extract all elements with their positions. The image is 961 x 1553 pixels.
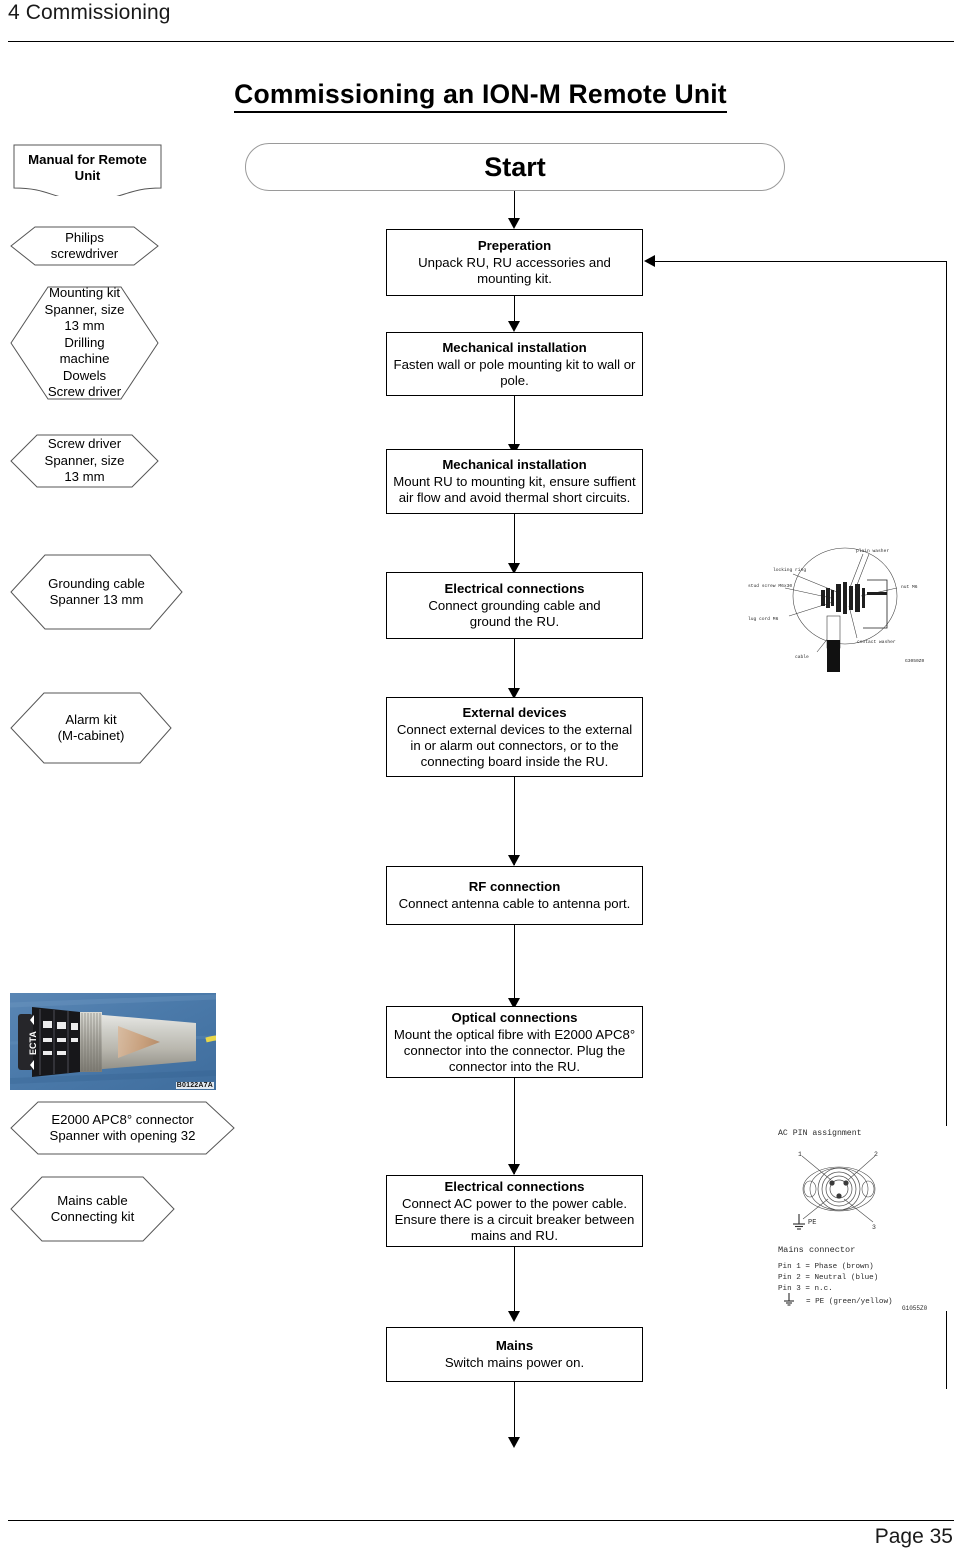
connector-step5-to-step6 <box>514 777 515 865</box>
e2000-connector-photo: ECTA B0122A7A <box>10 993 216 1090</box>
preparation-hexagon-philips: Philips screwdriver <box>10 226 159 266</box>
connector-step9-to-next-page <box>514 1382 515 1444</box>
footer-rule <box>8 1520 954 1521</box>
flow-step-preperation: Preperation Unpack RU, RU accessories an… <box>386 229 643 296</box>
flow-step-body: Switch mains power on. <box>444 1355 585 1370</box>
preparation-hexagon-alarm-kit: Alarm kit (M-cabinet) <box>10 692 172 764</box>
document-page: 4 Commissioning Commissioning an ION-M R… <box>0 0 961 1553</box>
mains-connector-heading: Mains connector <box>778 1245 855 1255</box>
preparation-hexagon-label: E2000 APC8° connector Spanner with openi… <box>49 1111 196 1144</box>
flow-step-title: External devices <box>462 704 567 720</box>
figure-ac-pin-assignment: AC PIN assignment 1 2 3 PE Mains connect… <box>776 1126 951 1312</box>
preparation-hexagon-mounting-kit: Mounting kit Spanner, size 13 mm Drillin… <box>10 285 159 400</box>
connector-step7-to-step8 <box>514 1078 515 1174</box>
arrowhead-step9 <box>507 1311 520 1322</box>
preparation-hexagon-label: Screw driver Spanner, size 13 mm <box>44 436 125 485</box>
flow-step-body: Connect AC power to the power cable. Ens… <box>394 1195 635 1243</box>
flow-step-title: Mechanical installation <box>442 339 587 355</box>
pe-label: PE <box>808 1219 816 1227</box>
flow-step-title: Mechanical installation <box>442 457 587 472</box>
flow-step-title: Electrical connections <box>444 1178 585 1194</box>
flow-step-body: Connect external devices to the external… <box>396 721 633 769</box>
connector-step6-to-step7 <box>514 925 515 1008</box>
figure-title: AC PIN assignment <box>778 1128 862 1138</box>
flow-step-rf-connection: RF connection Connect antenna cable to a… <box>386 866 643 925</box>
flow-step-body: Unpack RU, RU accessories and mounting k… <box>418 255 611 286</box>
preparation-hexagon-label: Philips screwdriver <box>50 229 119 262</box>
flow-step-title: Electrical connections <box>444 581 585 596</box>
arrowhead-step1 <box>507 218 520 229</box>
manual-document-label: Manual for Remote Unit <box>28 152 147 183</box>
photo-caption: B0122A7A <box>175 1082 214 1089</box>
grounding-detail-graphic: plain washer locking ring stud screw M6x… <box>748 547 925 672</box>
figure-label: locking ring <box>773 567 806 573</box>
arrowhead-step8 <box>507 1164 520 1175</box>
preparation-hexagon-screwdriver: Screw driver Spanner, size 13 mm <box>10 434 159 488</box>
figure-grounding-detail: plain washer locking ring stud screw M6x… <box>745 540 945 675</box>
chapter-heading: 4 Commissioning <box>8 1 171 24</box>
flow-step-title: Preperation <box>477 238 552 253</box>
figure-label: cable <box>795 654 809 660</box>
manual-document-shape: Manual for Remote Unit <box>13 144 162 196</box>
feedback-loop-horizontal <box>655 261 947 262</box>
figure-label: lug cord M6 <box>748 616 779 622</box>
page-title-text: Commissioning an ION-M Remote Unit <box>234 79 727 113</box>
flow-step-mechanical-installation-2: Mechanical installation Mount RU to moun… <box>386 449 643 514</box>
pin-line: Pin 2 = Neutral (blue) <box>778 1274 878 1282</box>
pin-number-label: 3 <box>872 1224 876 1231</box>
preparation-hexagon-e2000: E2000 APC8° connector Spanner with openi… <box>10 1101 235 1155</box>
pin-line: = PE (green/yellow) <box>806 1298 893 1306</box>
arrowhead-step2 <box>507 321 520 332</box>
flow-step-body: Connect grounding cable and ground the R… <box>428 598 601 629</box>
flow-step-title: RF connection <box>468 879 561 894</box>
flow-start-terminal: Start <box>245 143 785 191</box>
connector-photo-graphic: ECTA <box>10 993 216 1090</box>
preparation-hexagon-mains-cable: Mains cable Connecting kit <box>10 1176 175 1242</box>
arrowhead-feedback-into-step1 <box>644 254 655 267</box>
flow-step-body: Mount RU to mounting kit, ensure suffien… <box>393 474 636 505</box>
flow-step-mains: Mains Switch mains power on. <box>386 1327 643 1382</box>
figure-label: stud screw M6x30 <box>748 583 792 589</box>
preparation-hexagon-label: Mains cable Connecting kit <box>50 1192 135 1225</box>
figure-label: plain washer <box>856 548 889 554</box>
earth-symbol-icon <box>793 1214 805 1230</box>
pin-line: Pin 1 = Phase (brown) <box>778 1263 874 1271</box>
figure-label: nut M6 <box>901 584 918 590</box>
connector-step8-to-step9 <box>514 1247 515 1319</box>
flow-step-electrical-grounding: Electrical connections Connect grounding… <box>386 572 643 639</box>
flow-step-optical-connections: Optical connections Mount the optical fi… <box>386 1006 643 1078</box>
flow-start-label: Start <box>484 151 546 182</box>
page-number: Page 35 <box>874 1525 953 1548</box>
header-rule <box>8 41 954 42</box>
arrowhead-step6 <box>507 855 520 866</box>
flow-step-body: Connect antenna cable to antenna port. <box>398 896 631 911</box>
page-title: Commissioning an ION-M Remote Unit <box>0 79 961 113</box>
preparation-hexagon-label: Grounding cable Spanner 13 mm <box>48 575 145 608</box>
earth-symbol-icon <box>784 1293 794 1306</box>
figure-caption: G3050Z0 <box>905 658 925 664</box>
preparation-hexagon-grounding: Grounding cable Spanner 13 mm <box>10 554 183 630</box>
preparation-hexagon-label: Alarm kit (M-cabinet) <box>57 711 125 744</box>
arrowhead-continue <box>507 1437 520 1448</box>
preparation-hexagon-label: Mounting kit Spanner, size 13 mm Drillin… <box>44 285 125 400</box>
connector-marking-text: ECTA <box>28 1031 38 1055</box>
flow-step-body: Fasten wall or pole mounting kit to wall… <box>393 356 636 388</box>
flow-step-title: Optical connections <box>451 1009 578 1025</box>
pin-number-label: 2 <box>874 1151 878 1158</box>
pin-line: Pin 3 = n.c. <box>778 1285 833 1293</box>
flow-step-body: Mount the optical fibre with E2000 APC8°… <box>393 1026 636 1074</box>
flow-step-mechanical-installation-1: Mechanical installation Fasten wall or p… <box>386 332 643 396</box>
flow-step-external-devices: External devices Connect external device… <box>386 697 643 777</box>
figure-label: contact washer <box>857 639 896 645</box>
figure-caption: G1055Z0 <box>902 1305 928 1311</box>
pin-number-label: 1 <box>798 1151 802 1158</box>
ac-pin-assignment-graphic: AC PIN assignment 1 2 3 PE Mains connect… <box>778 1128 928 1312</box>
flow-step-electrical-ac-power: Electrical connections Connect AC power … <box>386 1175 643 1247</box>
flow-step-title: Mains <box>495 1338 534 1353</box>
